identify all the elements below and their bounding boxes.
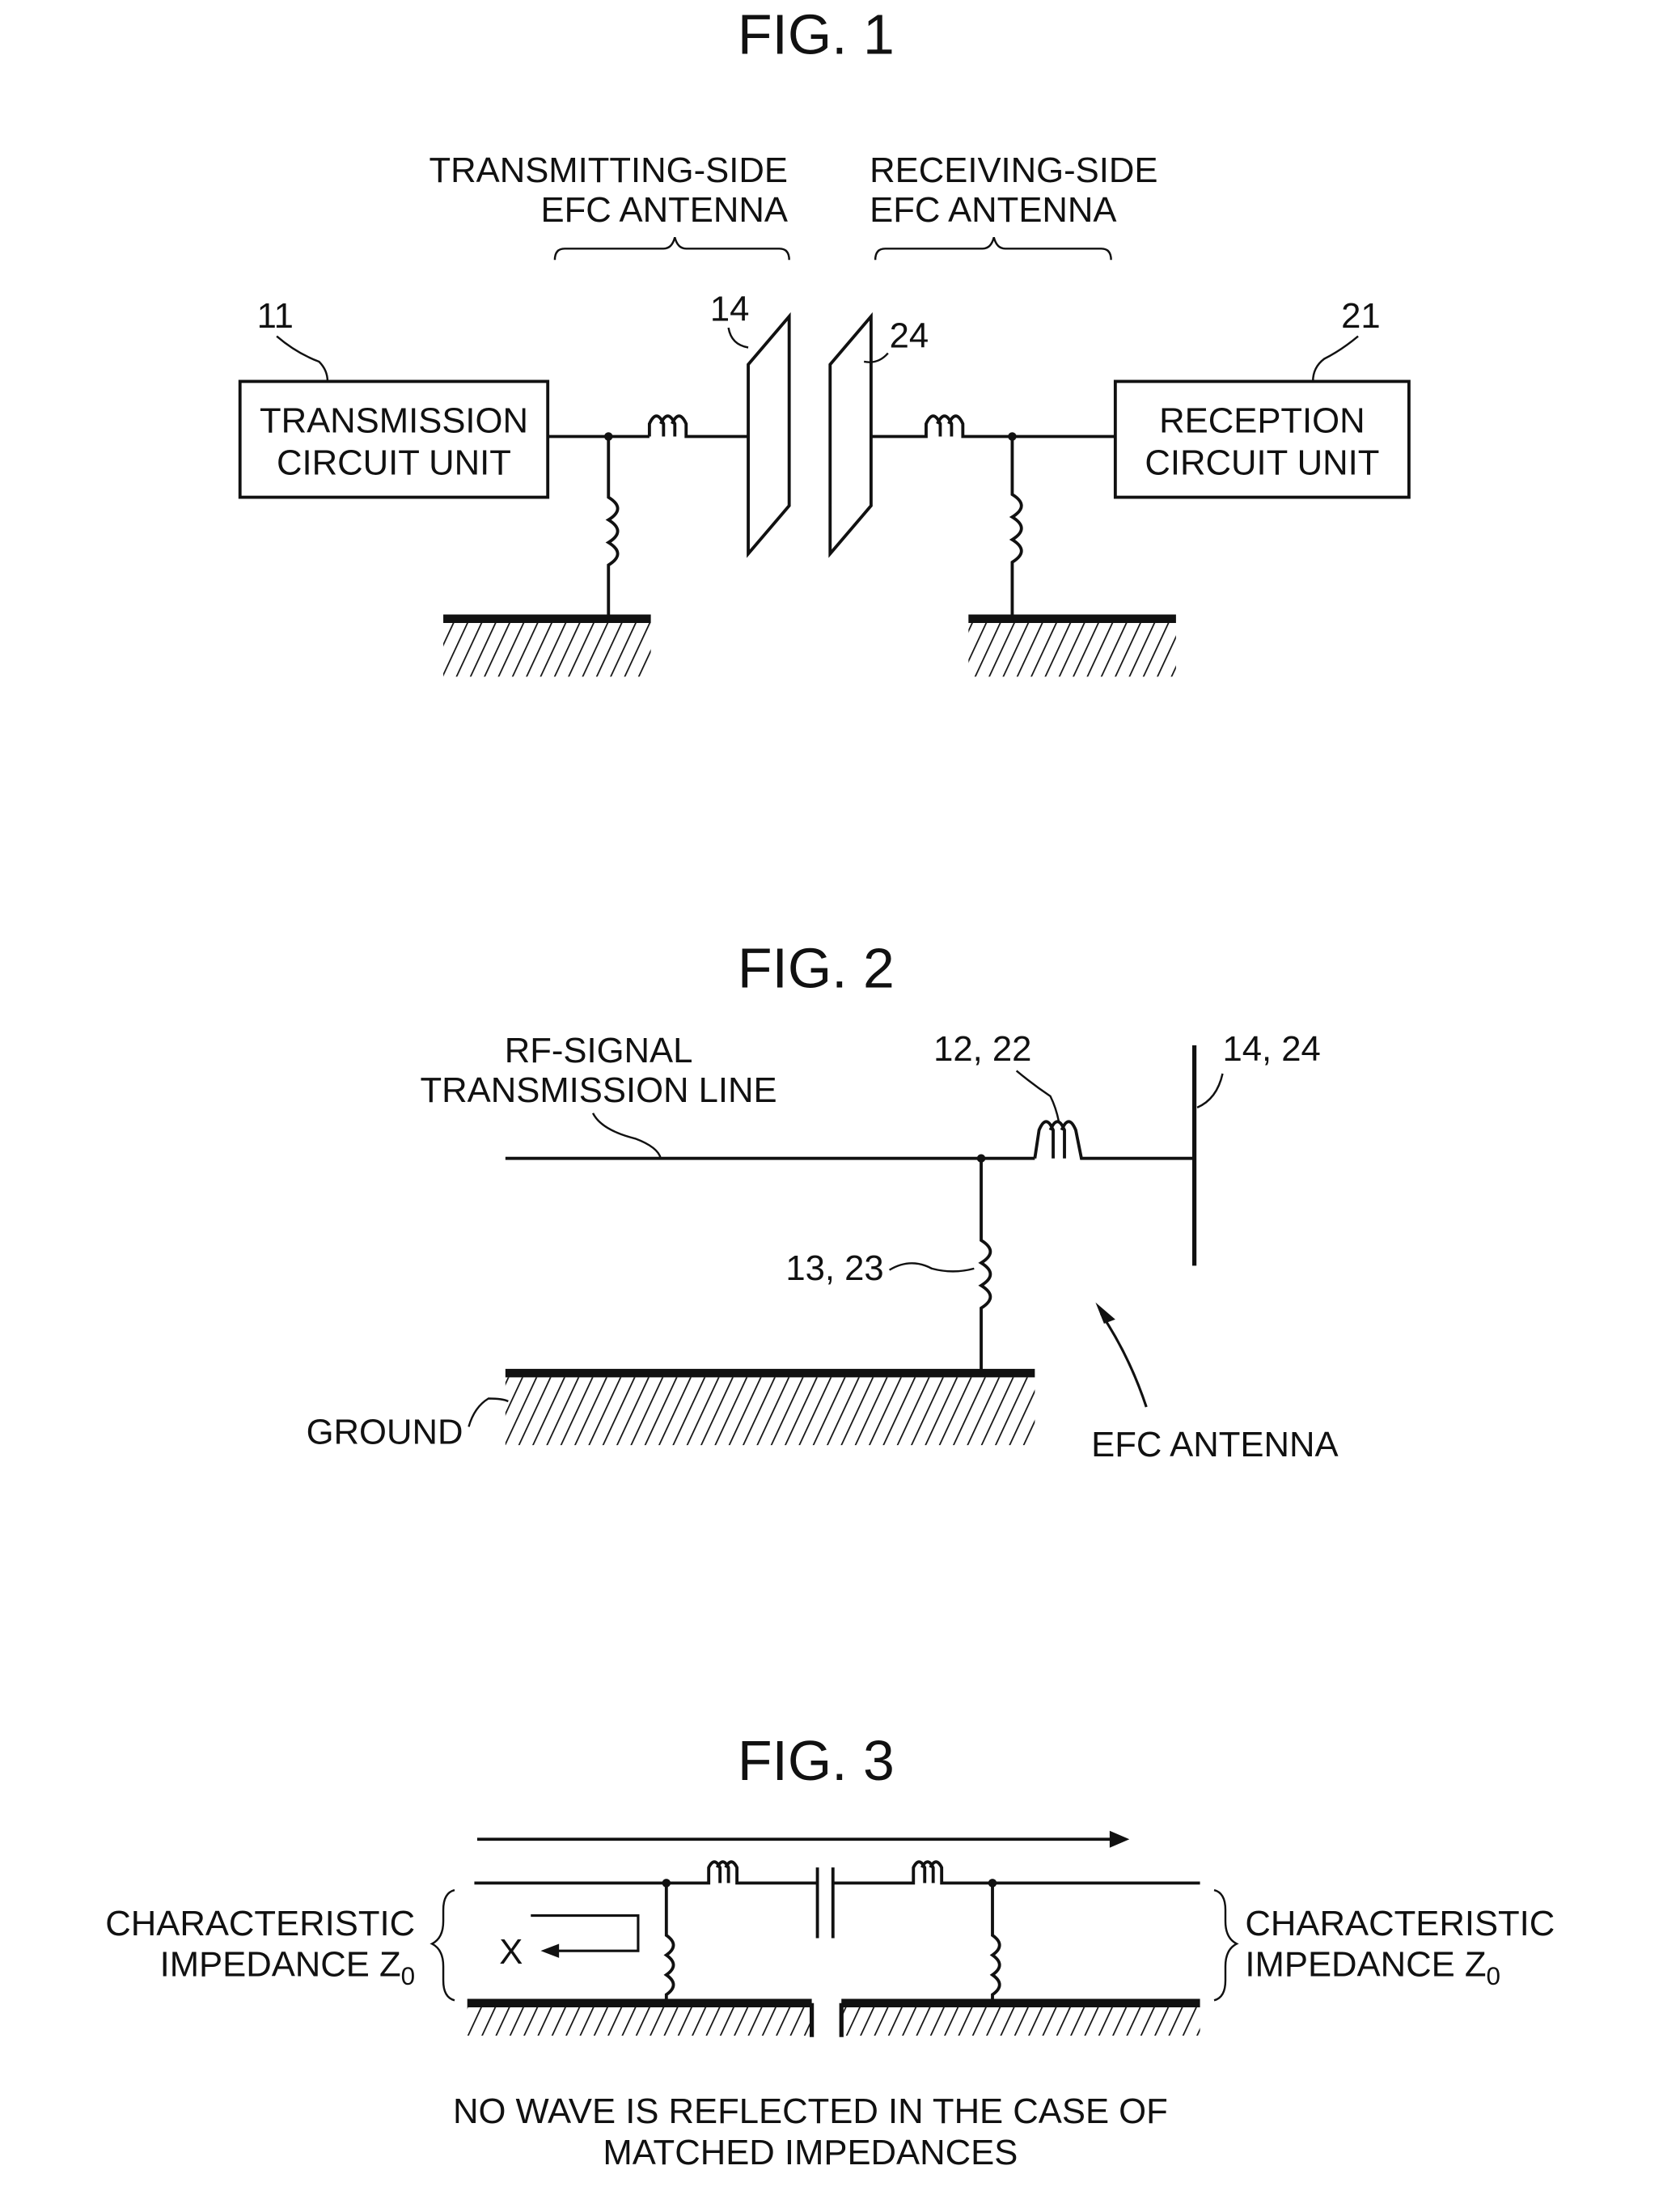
tx-unit-label-line1: TRANSMISSION: [260, 400, 528, 440]
capacitor: [815, 1867, 835, 1939]
arrowhead: [1095, 1302, 1115, 1324]
parallel-inductor-right: [989, 1883, 1001, 2003]
ground-gap-edges: [809, 2002, 844, 2037]
parallel-inductor-23: [1009, 436, 1023, 619]
ground-hatch-right: [841, 2007, 1200, 2036]
signal-line-right: [832, 1860, 1200, 1885]
reflection-arrowhead: [540, 1943, 560, 1958]
efc-antenna-arrow: [1100, 1312, 1148, 1408]
ref-13-23-leader: [888, 1262, 975, 1273]
ref-11-leader: [276, 335, 329, 382]
patent-figures: FIG. 1 TRANSMITTING-SIDE EFC ANTENNA REC…: [105, 2, 1555, 2172]
subscript-zero: 0: [401, 1962, 415, 1990]
ref-12-22-leader: [1015, 1070, 1060, 1122]
figure-2: FIG. 2 RF-SIGNAL TRANSMISSION LINE 12, 2…: [307, 936, 1339, 1464]
right-impedance-label-line1: CHARACTERISTIC: [1245, 1904, 1555, 1943]
parallel-inductor-13-23: [978, 1158, 992, 1374]
rx-unit-label-line1: RECEPTION: [1159, 400, 1365, 440]
ground-leader: [468, 1397, 509, 1427]
ref-11: 11: [257, 296, 294, 336]
fig1-title: FIG. 1: [738, 2, 895, 66]
left-brace: [430, 1888, 455, 2002]
fig2-title: FIG. 2: [738, 936, 895, 999]
ground-hatch-left: [467, 2007, 812, 2036]
ref-24: 24: [890, 316, 929, 356]
arrowhead: [1109, 1830, 1130, 1848]
series-inductor-12: [647, 414, 749, 439]
subscript-zero: 0: [1487, 1962, 1500, 1990]
ground-hatch-left: [443, 622, 651, 677]
tx-electrode-14: [747, 311, 791, 558]
rx-unit-label-line2: CIRCUIT UNIT: [1145, 443, 1379, 483]
parallel-inductor-left: [663, 1883, 675, 2003]
ref-13-23: 13, 23: [785, 1248, 883, 1288]
tx-antenna-brace: [553, 236, 790, 261]
ref-14-24: 14, 24: [1222, 1029, 1320, 1069]
ref-14-24-leader: [1196, 1073, 1224, 1108]
ref-12-22: 12, 22: [933, 1029, 1031, 1069]
impedance-text: IMPEDANCE Z: [160, 1945, 401, 1985]
rx-antenna-label-line2: EFC ANTENNA: [870, 190, 1117, 230]
ground-hatch: [505, 1377, 1035, 1446]
figure-3: FIG. 3 X CHARACTERISTIC IMPEDANCE Z0 CHA…: [105, 1729, 1555, 2172]
ref-14: 14: [710, 289, 750, 328]
parallel-inductor-13: [605, 436, 620, 619]
signal-line-left: [474, 1860, 818, 1885]
rf-line-label-line2: TRANSMISSION LINE: [420, 1070, 777, 1110]
no-reflection-mark: X: [499, 1932, 523, 1972]
fig3-title: FIG. 3: [738, 1729, 895, 1792]
rx-matching-circuit: [870, 414, 1176, 677]
ref-24-leader: [863, 352, 889, 363]
tx-unit-label-line2: CIRCUIT UNIT: [277, 443, 511, 483]
left-impedance-label-line2: IMPEDANCE Z0: [160, 1945, 416, 1990]
rf-line-label-line1: RF-SIGNAL: [505, 1031, 693, 1070]
figure-1: FIG. 1 TRANSMITTING-SIDE EFC ANTENNA REC…: [238, 2, 1411, 677]
ground-hatch-right: [968, 622, 1176, 677]
reflection-path: [531, 1913, 640, 1952]
right-impedance-label-line2: IMPEDANCE Z0: [1245, 1945, 1500, 1990]
ref-14-leader: [727, 327, 749, 349]
tx-antenna-label-line1: TRANSMITTING-SIDE: [429, 150, 787, 190]
ref-21-leader: [1311, 335, 1359, 382]
caption-line1: NO WAVE IS REFLECTED IN THE CASE OF: [453, 2091, 1168, 2131]
caption-line2: MATCHED IMPEDANCES: [603, 2133, 1018, 2172]
series-inductor-12-22: [1033, 1120, 1195, 1160]
impedance-text: IMPEDANCE Z: [1245, 1945, 1486, 1985]
rf-line-leader: [591, 1112, 662, 1159]
right-brace: [1213, 1888, 1239, 2002]
rx-electrode-24: [828, 311, 873, 558]
left-impedance-label-line1: CHARACTERISTIC: [105, 1904, 415, 1943]
ref-21: 21: [1341, 296, 1381, 336]
rx-antenna-brace: [874, 236, 1112, 261]
tx-antenna-label-line2: EFC ANTENNA: [541, 190, 789, 230]
rx-antenna-label-line1: RECEIVING-SIDE: [870, 150, 1157, 190]
ground-label: GROUND: [307, 1412, 463, 1451]
efc-antenna-label: EFC ANTENNA: [1091, 1425, 1339, 1464]
